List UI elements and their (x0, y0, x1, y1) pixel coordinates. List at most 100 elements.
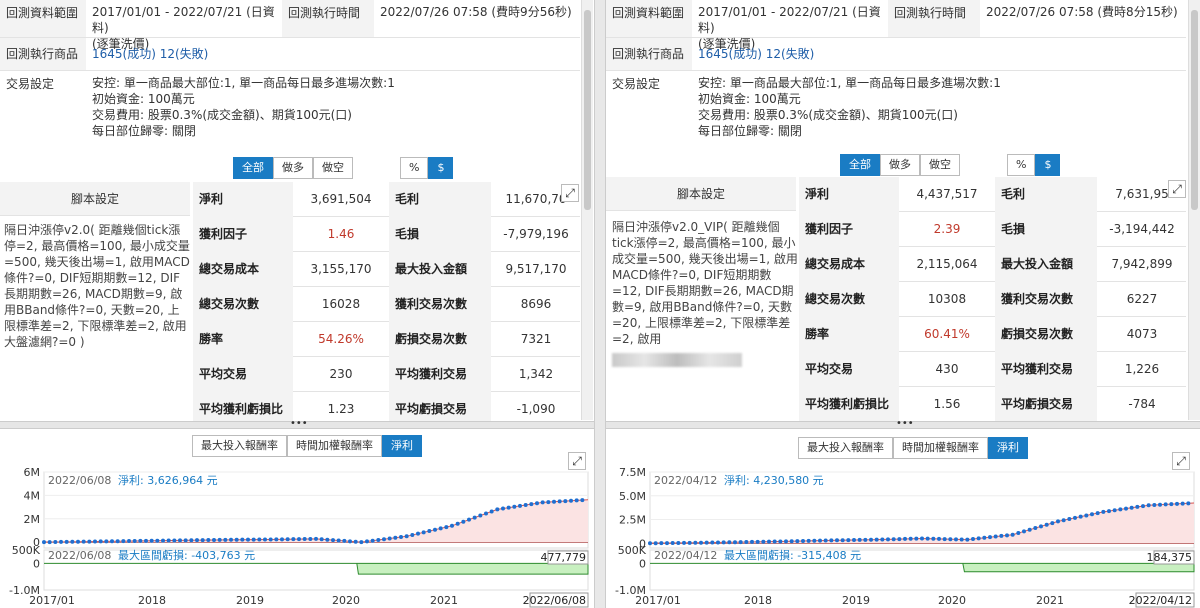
filter-long-button[interactable]: 做多 (273, 157, 313, 179)
right-backtest-panel: 回測資料範圍 2017/01/01 - 2022/07/21 (日資料) (逐筆… (606, 0, 1200, 608)
right-trade-row: 交易設定 安控: 單一商品最大部位:1, 單一商品每日最多進場次數:1 初始資金… (606, 71, 1186, 151)
equity-point (948, 537, 953, 542)
equity-point (121, 539, 126, 544)
filter-short-button[interactable]: 做空 (920, 154, 960, 176)
equity-point (478, 513, 483, 518)
drawdown-value-label: 184,375 (1147, 551, 1193, 564)
unit-dollar-button[interactable]: $ (428, 157, 454, 179)
equity-point (908, 536, 913, 541)
equity-point (846, 538, 851, 543)
trade-line: 交易費用: 股票0.3%(成交金額)、期貨100元(口) (698, 108, 958, 122)
equity-point (835, 538, 839, 543)
exec-time-label: 回測執行時間 (888, 0, 980, 37)
equity-point (676, 540, 681, 545)
x-end-label: 2022/06/08 (523, 594, 586, 607)
equity-point (506, 505, 511, 510)
stat-value: 1,226 (1124, 362, 1160, 376)
scrollbar-thumb[interactable] (1191, 10, 1198, 210)
equity-point (704, 540, 709, 545)
equity-point (1180, 501, 1185, 506)
equity-point (1135, 504, 1140, 509)
y-tick-label: 5.0M (619, 490, 646, 503)
products-success-link[interactable]: 1645(成功) (92, 47, 156, 61)
stat-label: 總交易成本 (799, 247, 899, 282)
equity-point (42, 540, 46, 545)
equity-point (744, 540, 749, 545)
equity-point (206, 538, 211, 543)
equity-point (931, 536, 936, 541)
equity-point (574, 498, 579, 503)
equity-point (291, 537, 296, 542)
equity-point (869, 537, 873, 542)
unit-percent-button[interactable]: % (400, 157, 429, 179)
equity-point (863, 537, 868, 542)
stats-row: 獲利因子 2.39 毛損 -3,194,442 (799, 212, 1186, 247)
stat-value: 9,517,170 (505, 262, 567, 276)
stats-row: 平均獲利虧損比 1.56 平均虧損交易 -784 (799, 387, 1186, 422)
equity-point (274, 537, 279, 542)
equity-point (399, 535, 403, 540)
expand-icon[interactable]: ⤢ (561, 184, 579, 202)
equity-point (999, 533, 1004, 538)
stat-value: 60.41% (924, 327, 970, 341)
stat-label: 最大投入金額 (995, 247, 1097, 282)
expand-icon[interactable]: ⤢ (1168, 180, 1186, 198)
stat-label: 平均交易 (799, 352, 899, 387)
left-range-row: 回測資料範圍 2017/01/01 - 2022/07/21 (日資料) (逐筆… (0, 0, 580, 51)
filter-short-button[interactable]: 做空 (313, 157, 353, 179)
products-success-link[interactable]: 1645(成功) (698, 47, 762, 61)
y-tick-label: 6M (24, 466, 41, 479)
equity-point (64, 539, 69, 544)
equity-point (1124, 506, 1128, 511)
equity-point (857, 537, 862, 542)
equity-point (693, 540, 698, 545)
equity-point (755, 539, 760, 544)
left-equity-chart: 6M4M2M02022/06/08 淨利: 3,626,964 元500K0-1.… (9, 466, 589, 608)
left-vertical-scrollbar[interactable] (581, 0, 593, 420)
unit-percent-button[interactable]: % (1007, 154, 1036, 176)
left-pane-splitter[interactable]: ••• (0, 418, 594, 429)
stat-value: 3,155,170 (310, 262, 372, 276)
stat-value: 8696 (520, 297, 552, 311)
y-tick-label: 7.5M (619, 466, 646, 479)
right-unit-filter: % $ (1007, 154, 1061, 176)
stat-value: 3,691,504 (310, 192, 372, 206)
equity-point (110, 539, 114, 544)
right-stats-grid: 淨利 4,437,517 毛利 7,631,95 獲利因子 2.39 毛損 -3,194,44… (799, 177, 1186, 423)
stat-value: 16028 (321, 297, 361, 311)
equity-point (1146, 503, 1151, 508)
equity-point (393, 535, 398, 540)
y-tick-label: 0 (639, 557, 646, 570)
script-description: 隔日沖漲停v2.0_VIP( 距離幾個tick漲停=2, 最高價格=100, 最… (612, 219, 798, 367)
stat-value: 1,342 (518, 367, 554, 381)
filter-all-button[interactable]: 全部 (840, 154, 880, 176)
trade-line: 安控: 單一商品最大部位:1, 單一商品每日最多進場次數:1 (698, 76, 1001, 90)
y-tick-label: 0 (33, 557, 40, 570)
equity-point (484, 511, 488, 516)
filter-long-button[interactable]: 做多 (880, 154, 920, 176)
equity-point (512, 504, 517, 509)
filter-all-button[interactable]: 全部 (233, 157, 273, 179)
equity-point (653, 541, 658, 546)
products-fail-link[interactable]: 12(失敗) (160, 47, 209, 61)
right-vertical-scrollbar[interactable] (1188, 0, 1200, 420)
products-fail-link[interactable]: 12(失敗) (766, 47, 815, 61)
stat-label: 最大投入金額 (389, 252, 491, 287)
right-pane-splitter[interactable]: ••• (606, 418, 1200, 429)
equity-point (840, 538, 845, 543)
scrollbar-thumb[interactable] (584, 10, 591, 210)
stat-label: 總交易次數 (799, 282, 899, 317)
equity-point (727, 540, 732, 545)
equity-point (251, 537, 256, 542)
y-tick-label: 500K (618, 544, 647, 557)
unit-dollar-button[interactable]: $ (1035, 154, 1061, 176)
equity-point (325, 537, 330, 542)
panel-divider[interactable] (594, 0, 606, 608)
x-tick-label: 2020 (332, 594, 360, 607)
equity-point (467, 517, 471, 522)
stat-value: -7,979,196 (503, 227, 569, 241)
stats-row: 淨利 3,691,504 毛利 11,670,70 (193, 182, 580, 217)
equity-point (263, 537, 267, 542)
x-tick-label: 2017/01 (29, 594, 75, 607)
equity-point (178, 538, 182, 543)
